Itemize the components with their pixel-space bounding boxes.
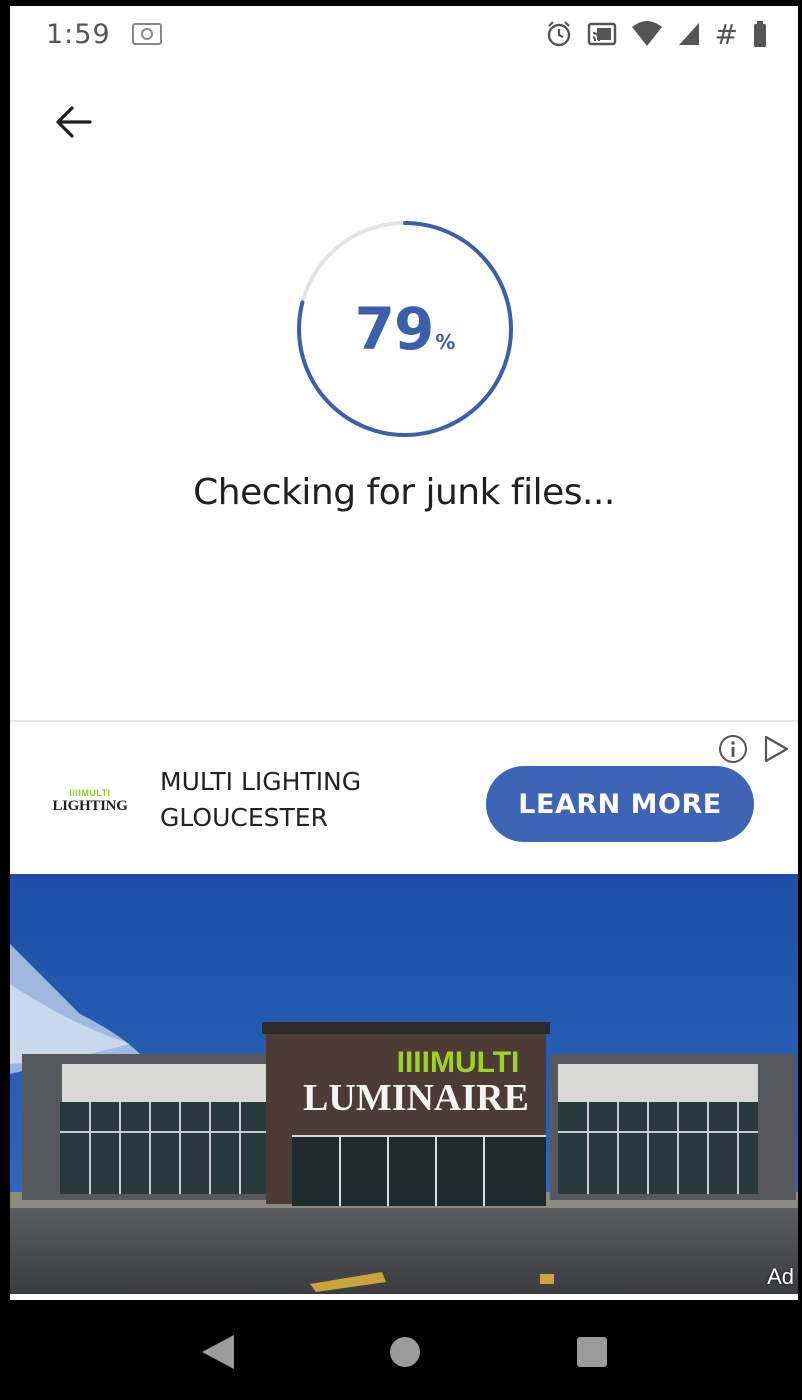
- screenshot-icon: [131, 21, 163, 47]
- battery-icon: [752, 20, 768, 48]
- info-icon[interactable]: [718, 734, 748, 764]
- nav-back-button[interactable]: [198, 1332, 238, 1372]
- nav-recents-button[interactable]: [572, 1332, 612, 1372]
- logo-text-top: IIIIMULTI: [69, 788, 111, 798]
- learn-more-button[interactable]: LEARN MORE: [486, 766, 754, 842]
- progress-value: 79: [354, 295, 435, 363]
- advertiser-name: MULTI LIGHTING GLOUCESTER: [160, 764, 450, 836]
- hash-icon: #: [714, 17, 738, 51]
- ad-choices[interactable]: [718, 734, 790, 764]
- advertiser-name-line1: MULTI LIGHTING: [160, 767, 362, 796]
- scan-status-text: Checking for junk files...: [193, 472, 615, 513]
- cast-icon: [587, 21, 617, 47]
- storefront-sign-top: IIIIMULTI: [397, 1046, 520, 1079]
- signal-icon: [677, 21, 701, 47]
- status-bar: 1:59 #: [10, 6, 798, 62]
- progress-unit: %: [435, 330, 456, 354]
- scan-progress-ring: 79 %: [294, 218, 516, 440]
- alarm-icon: [545, 20, 573, 48]
- arrow-left-icon: [56, 106, 92, 138]
- ad-badge: Ad: [767, 1264, 794, 1289]
- ad-storefront-image[interactable]: IIIIMULTI LUMINAIRE Ad: [10, 874, 798, 1294]
- adchoices-play-icon[interactable]: [762, 734, 790, 764]
- app-screen: 1:59 # 79 % Checking for junk files... I…: [10, 6, 798, 1400]
- home-icon: [390, 1337, 420, 1367]
- advertiser-name-line2: GLOUCESTER: [160, 803, 328, 832]
- advertiser-logo: IIIIMULTI LIGHTING: [44, 784, 136, 818]
- system-nav-bar: [10, 1300, 798, 1400]
- back-icon: [202, 1335, 234, 1369]
- storefront-sign-bottom: LUMINAIRE: [303, 1077, 529, 1119]
- back-button[interactable]: [50, 98, 98, 146]
- logo-text-bottom: LIGHTING: [52, 798, 128, 814]
- progress-label: 79 %: [294, 218, 516, 440]
- ad-banner[interactable]: IIIIMULTI LIGHTING MULTI LIGHTING GLOUCE…: [10, 722, 798, 874]
- nav-home-button[interactable]: [385, 1332, 425, 1372]
- wifi-icon: [631, 21, 663, 47]
- status-time: 1:59: [46, 18, 111, 50]
- recents-icon: [577, 1337, 607, 1367]
